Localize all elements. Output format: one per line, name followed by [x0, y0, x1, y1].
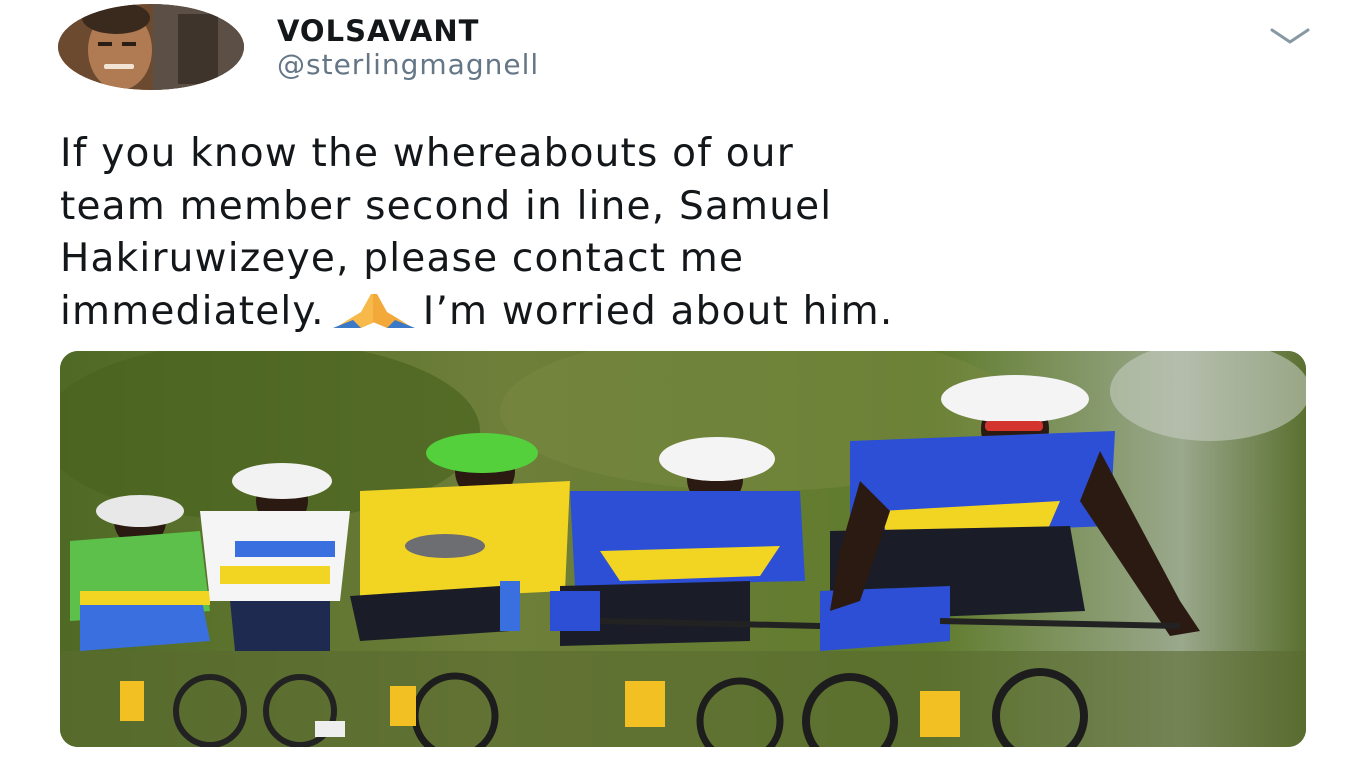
tweet-text-line-4-end: I’m worried about him. [422, 288, 894, 334]
cyclists-photo-icon [60, 351, 1306, 747]
profile-photo-icon [58, 4, 244, 90]
folded-hands-icon [332, 293, 415, 328]
author-display-name[interactable]: VOLSAVANT [277, 14, 479, 48]
tweet-photo[interactable] [60, 351, 1306, 747]
tweet-text-line-4: immediately. I’m worried about him. [60, 286, 1340, 339]
tweet-text-line-4-start: immediately. [60, 288, 325, 334]
chevron-down-icon[interactable] [1268, 24, 1312, 48]
tweet-text-line-2: team member second in line, Samuel [60, 183, 833, 229]
tweet-text: If you know the whereabouts of our team … [60, 128, 1340, 338]
tweet-text-line-3: Hakiruwizeye, please contact me [60, 236, 745, 281]
author-handle[interactable]: @sterlingmagnell [277, 48, 539, 81]
author-avatar[interactable] [58, 4, 244, 90]
tweet-text-line-1: If you know the whereabouts of our [60, 131, 794, 176]
